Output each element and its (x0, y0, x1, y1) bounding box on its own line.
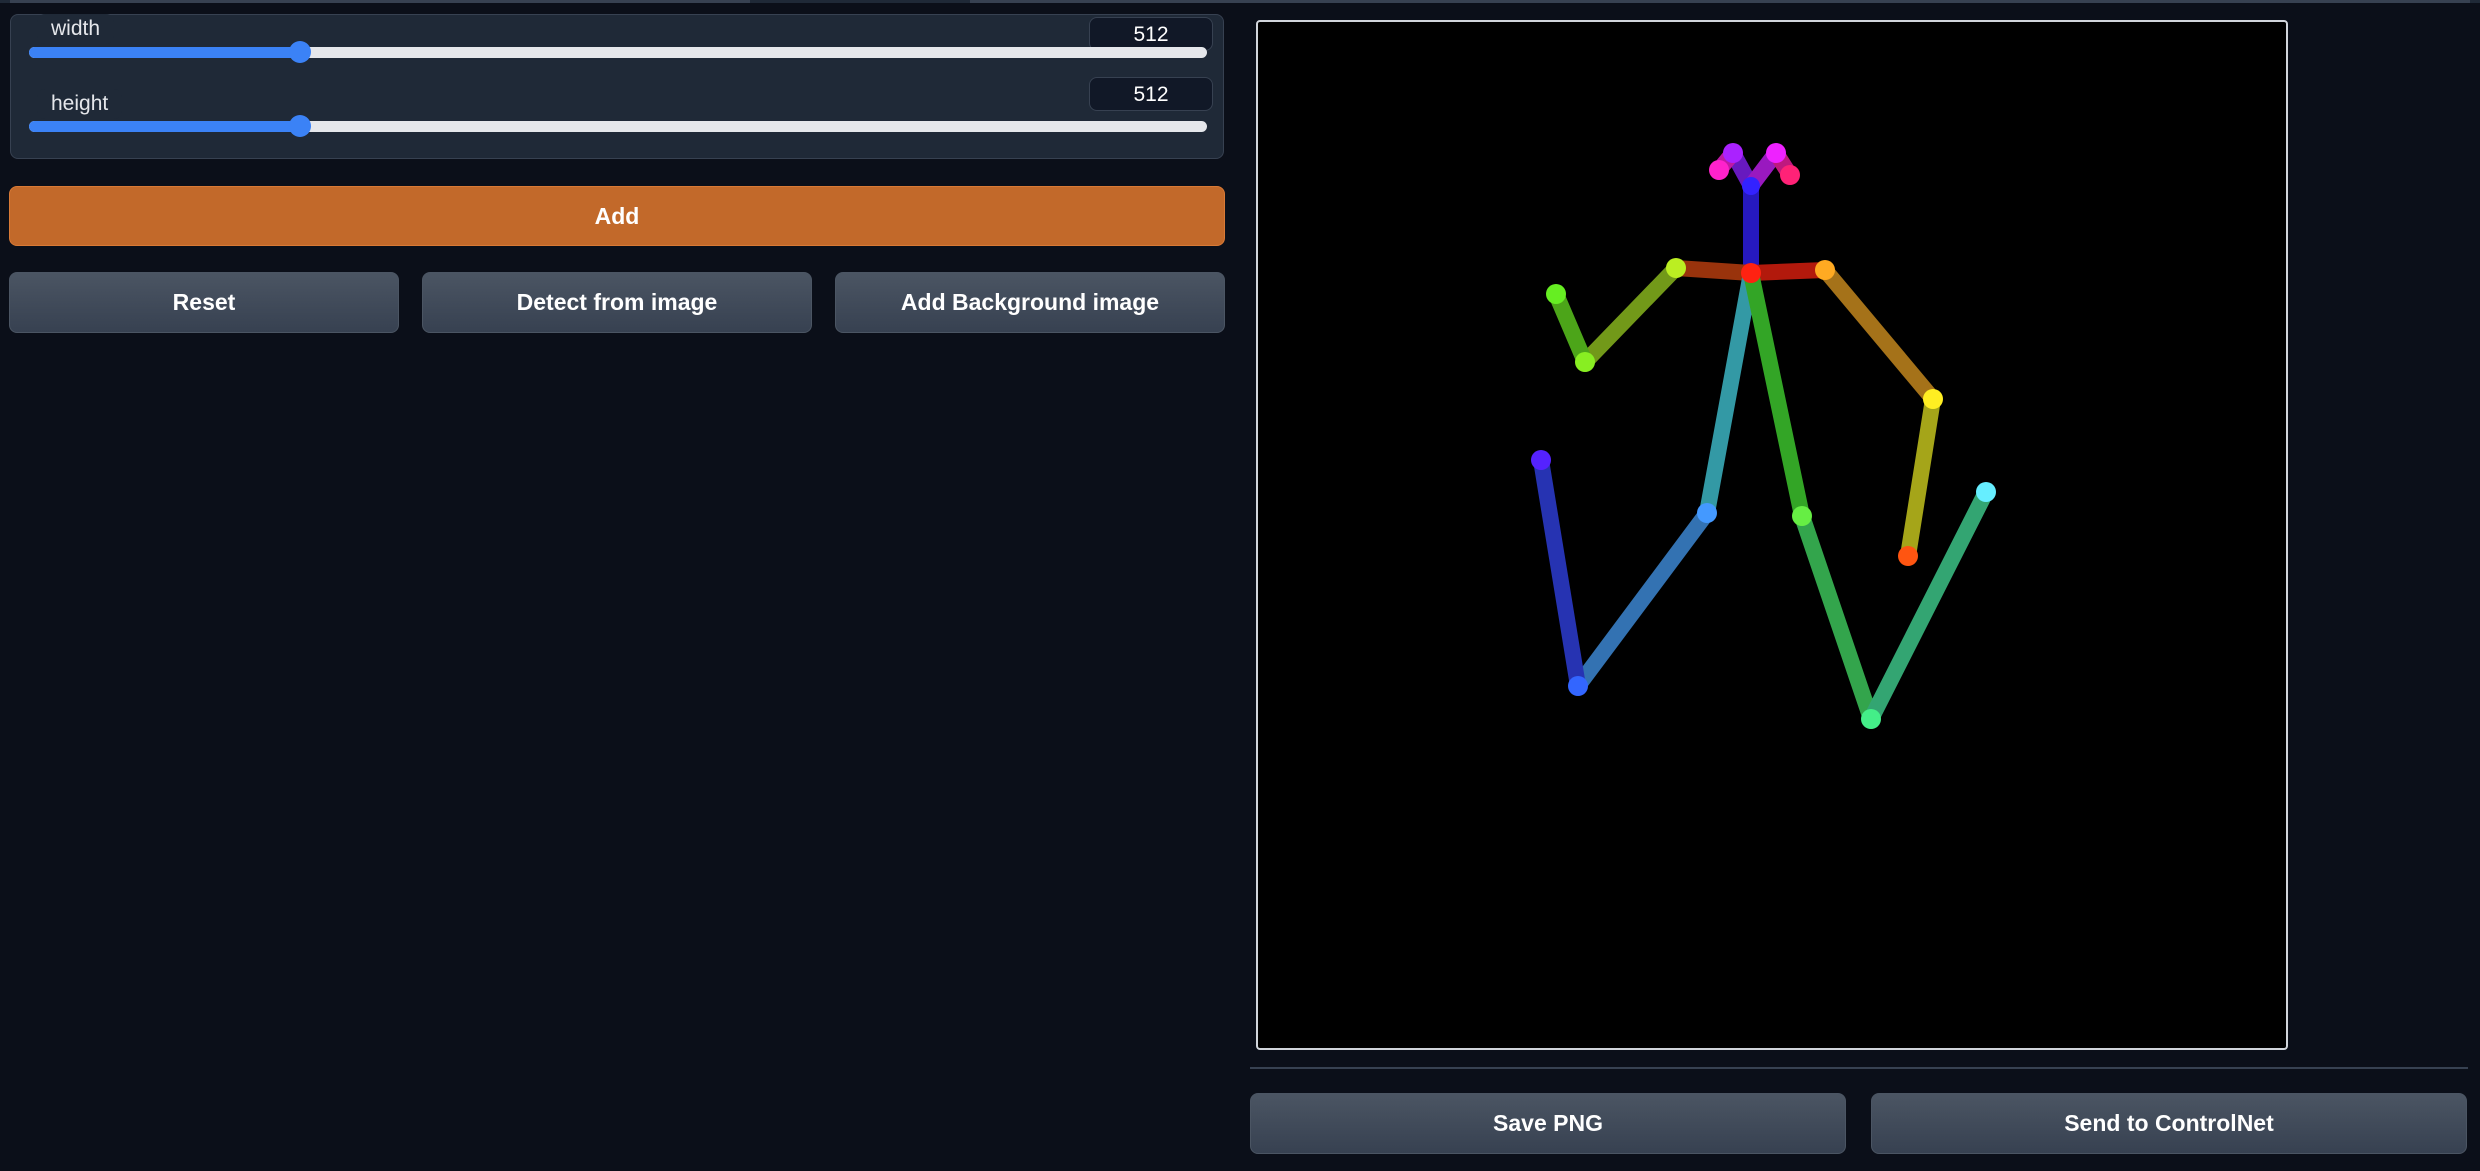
bone-right-torso (1699, 265, 1759, 521)
joint-right-elbow (1575, 352, 1595, 372)
joint-left-ear (1780, 165, 1800, 185)
bone-left-forearm (1900, 391, 1941, 564)
height-slider-fill (29, 121, 300, 132)
joint-left-wrist (1898, 546, 1918, 566)
joint-right-hip (1697, 503, 1717, 523)
size-settings-panel: width 512 height 512 (10, 14, 1224, 159)
add-background-image-button[interactable]: Add Background image (835, 272, 1225, 333)
width-slider[interactable] (29, 41, 1207, 63)
detect-from-image-button[interactable]: Detect from image (422, 272, 812, 333)
reset-button[interactable]: Reset (9, 272, 399, 333)
add-button[interactable]: Add (9, 186, 1225, 246)
joint-right-wrist (1546, 284, 1566, 304)
bone-right-thigh (1570, 505, 1715, 694)
tab-strip-left (10, 0, 750, 3)
joint-left-shoulder (1815, 260, 1835, 280)
joint-right-eye (1723, 143, 1743, 163)
bone-right-upper-arm (1577, 260, 1684, 370)
width-slider-thumb[interactable] (289, 41, 311, 63)
bone-right-shin (1533, 452, 1586, 694)
bone-left-upper-arm (1817, 262, 1941, 407)
height-slider[interactable] (29, 115, 1207, 137)
width-number-input[interactable]: 512 (1089, 17, 1213, 51)
height-number-input[interactable]: 512 (1089, 77, 1213, 111)
joint-left-hip (1792, 506, 1812, 526)
save-png-button[interactable]: Save PNG (1250, 1093, 1846, 1154)
bone-right-forearm (1548, 286, 1593, 370)
height-label: height (37, 89, 123, 119)
joint-nose (1742, 177, 1760, 195)
joint-right-ankle (1531, 450, 1551, 470)
output-divider (1250, 1067, 2468, 1069)
joint-left-eye (1766, 143, 1786, 163)
openpose-skeleton (1531, 143, 1996, 729)
width-label: width (37, 14, 115, 44)
joint-left-knee (1861, 709, 1881, 729)
width-slider-fill (29, 47, 300, 58)
bone-left-torso (1743, 265, 1810, 524)
joint-left-elbow (1923, 389, 1943, 409)
joint-right-knee (1568, 676, 1588, 696)
tab-strip-right (970, 0, 2470, 3)
send-to-controlnet-button[interactable]: Send to ControlNet (1871, 1093, 2467, 1154)
pose-editor-canvas[interactable] (1256, 20, 2288, 1050)
joint-right-shoulder (1666, 258, 1686, 278)
joint-right-ear (1709, 160, 1729, 180)
bone-right-shoulder (1668, 260, 1759, 281)
bone-left-thigh (1794, 508, 1879, 727)
bone-left-shin (1863, 484, 1994, 727)
joint-left-ankle (1976, 482, 1996, 502)
joint-neck (1741, 263, 1761, 283)
bone-left-shoulder (1743, 262, 1833, 281)
height-slider-thumb[interactable] (289, 115, 311, 137)
